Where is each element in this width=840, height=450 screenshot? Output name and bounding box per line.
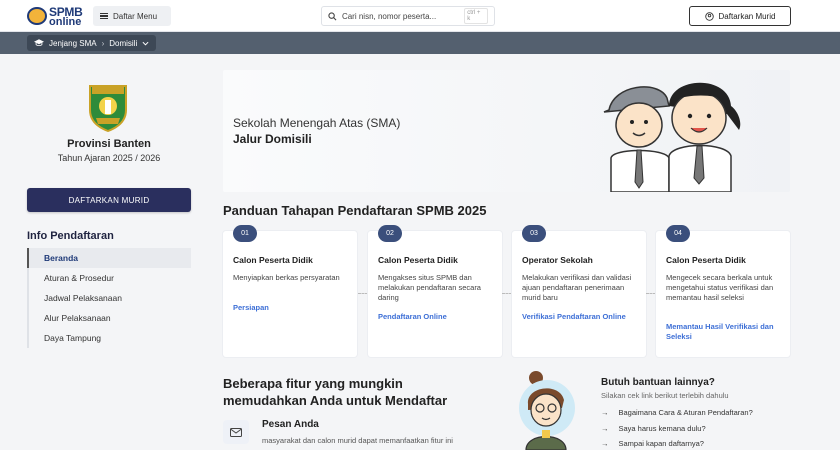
- step-number: 01: [233, 225, 257, 242]
- banten-crest-logo: [89, 85, 127, 132]
- search-shortcut: ctrl + k: [464, 8, 488, 24]
- province-card: Provinsi Banten Tahun Ajaran 2025 / 2026: [27, 70, 191, 180]
- graduation-cap-icon: [34, 39, 44, 47]
- step-connector: [646, 293, 656, 294]
- menu-label: Daftar Menu: [113, 11, 158, 21]
- hero-title: Jalur Domisili: [233, 132, 312, 146]
- faq-link[interactable]: → Sampai kapan daftarnya?: [601, 439, 801, 448]
- search-box[interactable]: ctrl + k: [321, 6, 495, 26]
- chevron-right-icon: ›: [101, 38, 105, 48]
- step-card: 01 Calon Peserta Didik Menyiapkan berkas…: [223, 225, 357, 357]
- faq-label: Saya harus kemana dulu?: [618, 424, 706, 433]
- features-title: Beberapa fitur yang mungkin memudahkan A…: [223, 376, 448, 408]
- feature-title: Pesan Anda: [262, 419, 319, 430]
- step-number: 04: [666, 225, 690, 242]
- step-description: Menyiapkan berkas persyaratan: [233, 273, 340, 282]
- sidebar-item-daya-tampung[interactable]: Daya Tampung: [27, 328, 191, 348]
- hero-subtitle: Sekolah Menengah Atas (SMA): [233, 116, 401, 130]
- search-input[interactable]: [341, 11, 460, 21]
- logo-mark-icon: [27, 7, 47, 25]
- step-title: Calon Peserta Didik: [666, 255, 746, 265]
- help-title: Butuh bantuan lainnya?: [601, 377, 715, 388]
- register-student-button[interactable]: Daftarkan Murid: [689, 6, 791, 26]
- logo-line2: online: [49, 16, 82, 28]
- step-link[interactable]: Verifikasi Pendaftaran Online: [522, 312, 642, 322]
- step-link[interactable]: Pendaftaran Online: [378, 312, 498, 322]
- info-nav: Beranda Aturan & Prosedur Jadwal Pelaksa…: [27, 248, 191, 348]
- level-navbar: Jenjang SMA › Domisili: [0, 32, 840, 54]
- students-illustration: [603, 82, 741, 192]
- search-icon: [328, 11, 337, 20]
- arrow-right-icon: →: [601, 439, 609, 448]
- step-card: 04 Calon Peserta Didik Mengecek secara b…: [656, 225, 790, 357]
- step-link[interactable]: Persiapan: [233, 303, 353, 313]
- step-card: 02 Calon Peserta Didik Mengakses situs S…: [368, 225, 502, 357]
- register-student-main-button[interactable]: DAFTARKAN MURID: [27, 188, 191, 212]
- step-title: Operator Sekolah: [522, 255, 593, 265]
- mail-icon: [223, 420, 249, 444]
- faq-label: Sampai kapan daftarnya?: [618, 439, 704, 448]
- register-student-label: Daftarkan Murid: [718, 11, 776, 21]
- step-number: 02: [378, 225, 402, 242]
- top-bar: SPMB online Daftar Menu ctrl + k Daftark…: [0, 0, 840, 32]
- arrow-right-icon: →: [601, 424, 609, 433]
- sidebar-item-beranda[interactable]: Beranda: [27, 248, 191, 268]
- breadcrumb[interactable]: Jenjang SMA › Domisili: [27, 35, 157, 51]
- hamburger-icon: [100, 13, 108, 19]
- step-link[interactable]: Memantau Hasil Verifikasi dan Seleksi: [666, 322, 786, 342]
- arrow-right-icon: →: [601, 408, 609, 417]
- sidebar-item-jadwal[interactable]: Jadwal Pelaksanaan: [27, 288, 191, 308]
- info-section-title: Info Pendaftaran: [27, 230, 114, 242]
- faq-label: Bagaimana Cara & Aturan Pendaftaran?: [618, 408, 753, 417]
- helper-illustration: [519, 371, 575, 450]
- step-title: Calon Peserta Didik: [233, 255, 313, 265]
- step-number: 03: [522, 225, 546, 242]
- academic-year: Tahun Ajaran 2025 / 2026: [57, 153, 161, 163]
- guide-title: Panduan Tahapan Pendaftaran SPMB 2025: [223, 203, 487, 218]
- step-connector: [502, 293, 512, 294]
- step-description: Melakukan verifikasi dan validasi ajuan …: [522, 273, 632, 302]
- sidebar-item-alur[interactable]: Alur Pelaksanaan: [27, 308, 191, 328]
- step-card: 03 Operator Sekolah Melakukan verifikasi…: [512, 225, 646, 357]
- province-name: Provinsi Banten: [67, 138, 151, 150]
- breadcrumb-path: Domisili: [109, 38, 138, 48]
- chevron-down-icon: [142, 41, 149, 46]
- step-title: Calon Peserta Didik: [378, 255, 458, 265]
- menu-button[interactable]: Daftar Menu: [93, 6, 171, 26]
- faq-link[interactable]: → Bagaimana Cara & Aturan Pendaftaran?: [601, 408, 801, 417]
- user-circle-icon: [704, 11, 714, 21]
- feature-description: masyarakat dan calon murid dapat memanfa…: [262, 436, 453, 445]
- step-description: Mengecek secara berkala untuk mengetahui…: [666, 273, 774, 302]
- sidebar-item-aturan[interactable]: Aturan & Prosedur: [27, 268, 191, 288]
- help-subtitle: Silakan cek link berikut terlebih dahulu: [601, 391, 729, 400]
- faq-link[interactable]: → Saya harus kemana dulu?: [601, 424, 801, 433]
- step-description: Mengakses situs SPMB dan melakukan penda…: [378, 273, 481, 302]
- breadcrumb-level: Jenjang SMA: [49, 38, 97, 48]
- hero-banner: Sekolah Menengah Atas (SMA) Jalur Domisi…: [223, 70, 790, 192]
- step-connector: [358, 293, 368, 294]
- spmb-logo[interactable]: SPMB online: [27, 4, 91, 28]
